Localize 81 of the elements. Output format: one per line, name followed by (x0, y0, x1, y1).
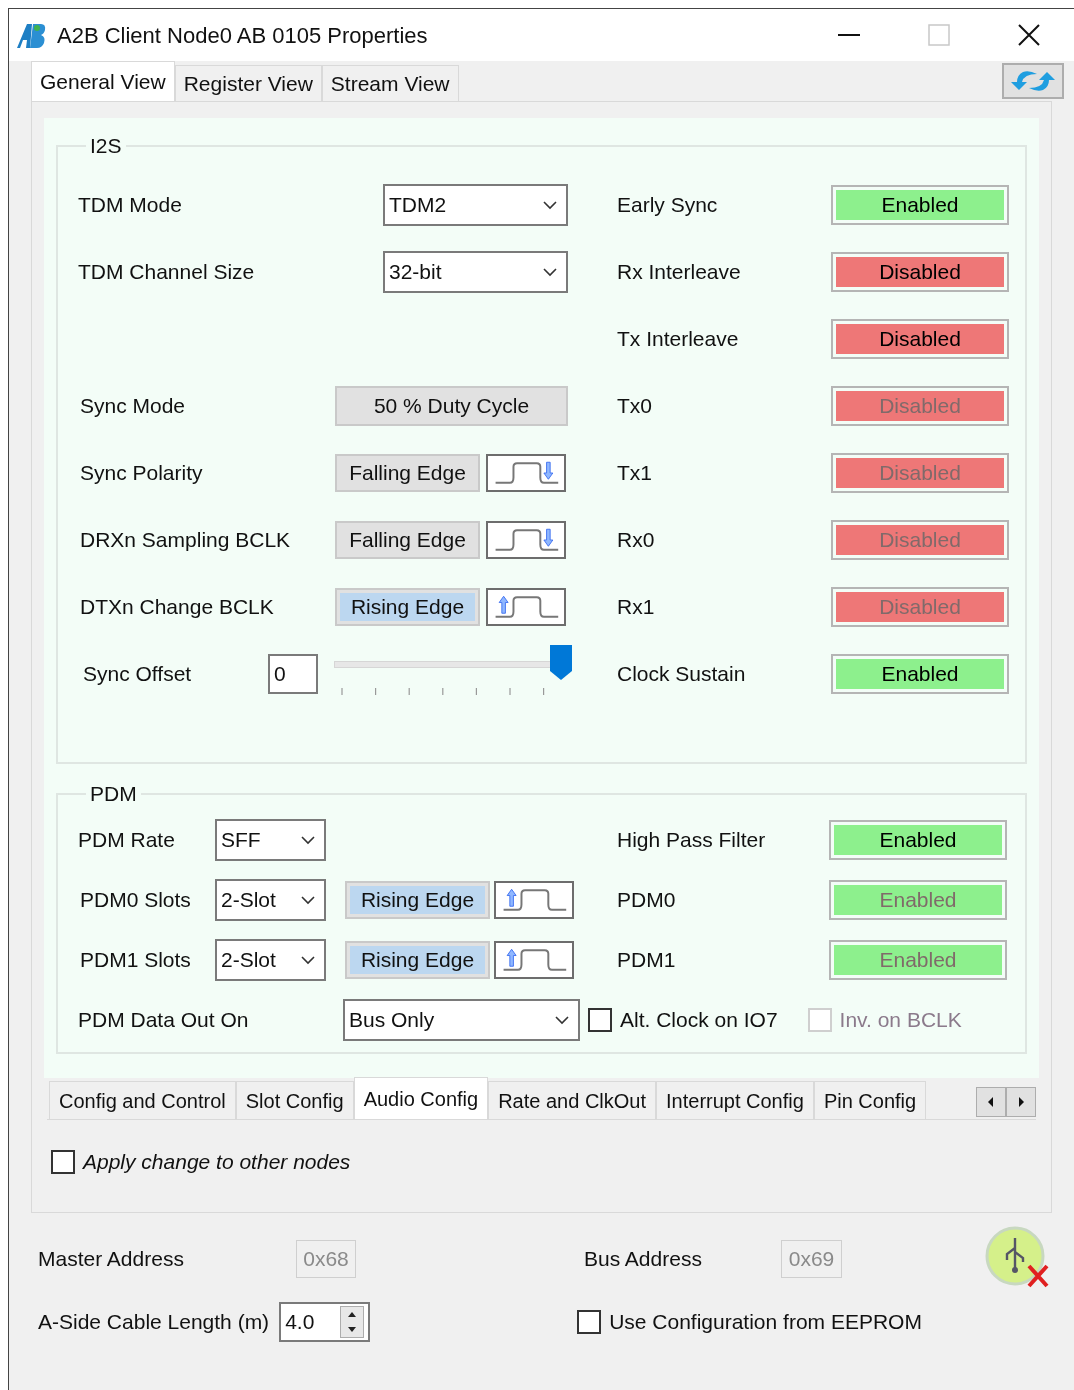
field-label: Early Sync (617, 192, 718, 219)
address-field: 0x68 (296, 1240, 356, 1278)
field-label: Clock Sustain (617, 661, 746, 688)
field-label: Rx0 (617, 527, 655, 554)
field-label: PDM1 (617, 946, 676, 973)
chevron-down-icon (554, 1014, 570, 1025)
tab[interactable]: General View (31, 61, 175, 101)
checkbox-label: Alt. Clock on IO7 (620, 1006, 778, 1033)
tab[interactable]: Audio Config (353, 1077, 489, 1119)
dropdown[interactable]: Bus Only (343, 998, 580, 1041)
status-toggle[interactable]: Disabled (831, 252, 1009, 292)
window-title: A2B Client Node0 AB 0105 Properties (57, 21, 428, 50)
edge-button[interactable]: Rising Edge (345, 880, 490, 919)
checkbox[interactable] (588, 1007, 612, 1032)
checkbox-label: Apply change to other nodes (83, 1149, 351, 1175)
dropdown[interactable]: 2-Slot (215, 878, 326, 921)
field-label: Master Address (38, 1246, 185, 1273)
chevron-down-icon (300, 834, 316, 845)
tab[interactable]: Pin Config (813, 1081, 927, 1119)
field-label: PDM Rate (78, 826, 176, 853)
close-icon (1017, 23, 1041, 47)
field-label: PDM1 Slots (79, 946, 192, 973)
field-label: High Pass Filter (617, 826, 766, 853)
minimize-icon (838, 33, 860, 37)
address-field: 0x69 (781, 1240, 842, 1278)
right-arrow-icon (1017, 1097, 1025, 1107)
edge-button[interactable]: Falling Edge (335, 454, 480, 492)
edge-button[interactable]: Falling Edge (335, 521, 480, 559)
sync-mode-button[interactable]: 50 % Duty Cycle (335, 386, 568, 426)
group-title: PDM (89, 781, 138, 807)
group-title: I2S (89, 133, 123, 159)
field-label: Tx0 (617, 393, 652, 420)
scroll-left-button[interactable] (976, 1087, 1006, 1117)
field-label: Rx Interleave (617, 259, 741, 286)
chevron-down-icon (300, 894, 316, 905)
field-label: A-Side Cable Length (m) (38, 1309, 270, 1336)
field-label: Bus Address (584, 1246, 703, 1273)
status-toggle[interactable]: Enabled (831, 654, 1009, 694)
left-arrow-icon (987, 1097, 995, 1107)
field-label: PDM0 (617, 886, 676, 913)
field-label: TDM Mode (78, 192, 183, 219)
slider-thumb[interactable] (550, 645, 572, 681)
status-toggle[interactable]: Enabled (831, 185, 1009, 225)
chevron-down-icon (542, 200, 558, 210)
tab[interactable]: Register View (174, 65, 322, 101)
spinner[interactable] (340, 1306, 365, 1338)
field-label: PDM0 Slots (79, 886, 192, 913)
field-label: Tx Interleave (617, 326, 739, 353)
field-label: DTXn Change BCLK (79, 594, 275, 621)
dropdown[interactable]: 32-bit (383, 251, 568, 293)
status-toggle[interactable]: Enabled (829, 819, 1007, 860)
field-label: Sync Mode (79, 393, 187, 420)
checkbox[interactable] (51, 1149, 75, 1174)
edge-button[interactable]: Rising Edge (335, 588, 480, 626)
tab[interactable]: Slot Config (235, 1081, 354, 1119)
chevron-down-icon (542, 267, 558, 277)
checkbox-label: Inv. on BCLK (839, 1006, 962, 1033)
chevron-down-icon (300, 954, 316, 965)
checkbox[interactable] (577, 1310, 602, 1334)
field-label: PDM Data Out On (78, 1006, 250, 1033)
field-label: Tx1 (617, 460, 652, 487)
offset-field[interactable]: 0 (268, 654, 318, 694)
tab[interactable]: Config and Control (49, 1081, 236, 1119)
tab[interactable]: Interrupt Config (656, 1081, 814, 1119)
slider[interactable] (332, 645, 572, 683)
dropdown[interactable]: SFF (215, 818, 326, 861)
scroll-right-button[interactable] (1006, 1087, 1036, 1117)
tab[interactable]: Rate and ClkOut (488, 1081, 656, 1119)
checkbox-label: Use Configuration from EEPROM (609, 1309, 922, 1336)
field-label: DRXn Sampling BCLK (79, 527, 292, 554)
field-label: Sync Offset (82, 661, 193, 688)
field-label: TDM Channel Size (78, 259, 256, 286)
dropdown[interactable]: 2-Slot (215, 938, 326, 981)
refresh-icon (1009, 68, 1057, 94)
tab[interactable]: Stream View (321, 65, 459, 101)
field-label: Sync Polarity (79, 460, 204, 487)
dropdown[interactable]: TDM2 (383, 184, 568, 226)
field-label: Rx1 (617, 594, 655, 621)
maximize-icon (928, 24, 950, 46)
status-toggle[interactable]: Disabled (831, 319, 1009, 359)
edge-button[interactable]: Rising Edge (345, 940, 490, 979)
